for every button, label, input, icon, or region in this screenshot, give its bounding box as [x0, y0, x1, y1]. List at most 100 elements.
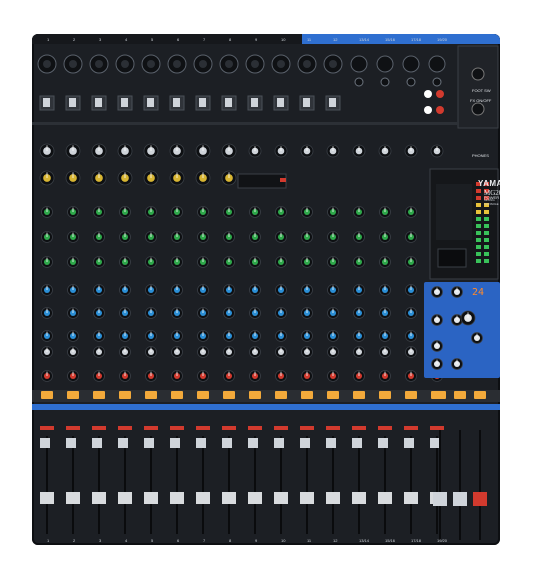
aux1-knob[interactable]	[93, 284, 105, 296]
on-button[interactable]	[145, 391, 157, 399]
aux1-knob[interactable]	[223, 284, 235, 296]
channel-fader[interactable]	[118, 492, 132, 504]
aux2-knob[interactable]	[379, 307, 391, 319]
comp-knob[interactable]	[39, 170, 55, 186]
line-jack[interactable]	[432, 77, 442, 87]
level-knob[interactable]	[275, 370, 287, 382]
gain-knob[interactable]	[117, 143, 133, 159]
pfl-button[interactable]	[144, 438, 154, 448]
aux2-knob[interactable]	[93, 307, 105, 319]
on-button[interactable]	[379, 391, 391, 399]
eq-mid-knob[interactable]	[41, 231, 53, 243]
channel-fader[interactable]	[248, 492, 262, 504]
fx-send-knob[interactable]	[353, 330, 365, 342]
eq-low-knob[interactable]	[327, 256, 339, 268]
fx-send-knob[interactable]	[171, 330, 183, 342]
eq-low-knob[interactable]	[249, 256, 261, 268]
pfl-button[interactable]	[40, 438, 50, 448]
fx-send-knob[interactable]	[405, 330, 417, 342]
eq-low-knob[interactable]	[41, 256, 53, 268]
eq-high-knob[interactable]	[275, 206, 287, 218]
on-button[interactable]	[223, 391, 235, 399]
fx-send-knob[interactable]	[327, 330, 339, 342]
level-knob[interactable]	[223, 370, 235, 382]
pan-knob[interactable]	[41, 346, 53, 358]
xlr-jack[interactable]	[376, 55, 394, 73]
eq-high-knob[interactable]	[379, 206, 391, 218]
aux1-knob[interactable]	[275, 284, 287, 296]
pan-knob[interactable]	[67, 346, 79, 358]
pan-knob[interactable]	[249, 346, 261, 358]
eq-high-knob[interactable]	[327, 206, 339, 218]
eq-low-knob[interactable]	[67, 256, 79, 268]
fx-program-knob[interactable]	[460, 310, 476, 326]
channel-fader[interactable]	[378, 492, 392, 504]
eq-low-knob[interactable]	[405, 256, 417, 268]
aux2-knob[interactable]	[145, 307, 157, 319]
eq-mid-knob[interactable]	[197, 231, 209, 243]
eq-high-knob[interactable]	[223, 206, 235, 218]
on-button[interactable]	[275, 391, 287, 399]
fx-send-knob[interactable]	[145, 330, 157, 342]
aux1-knob[interactable]	[67, 284, 79, 296]
pan-knob[interactable]	[119, 346, 131, 358]
eq-mid-knob[interactable]	[145, 231, 157, 243]
pfl-button[interactable]	[404, 438, 414, 448]
gain-knob[interactable]	[65, 143, 81, 159]
comp-knob[interactable]	[221, 170, 237, 186]
gain-knob[interactable]	[326, 144, 340, 158]
pan-knob[interactable]	[353, 346, 365, 358]
group-fader[interactable]	[453, 492, 467, 506]
eq-low-knob[interactable]	[301, 256, 313, 268]
level-knob[interactable]	[353, 370, 365, 382]
aux2-knob[interactable]	[67, 307, 79, 319]
eq-mid-knob[interactable]	[93, 231, 105, 243]
channel-fader[interactable]	[92, 492, 106, 504]
channel-fader[interactable]	[196, 492, 210, 504]
master-knob[interactable]	[431, 340, 443, 352]
aux1-knob[interactable]	[145, 284, 157, 296]
on-button[interactable]	[353, 391, 365, 399]
aux2-knob[interactable]	[275, 307, 287, 319]
channel-fader[interactable]	[40, 492, 54, 504]
on-button[interactable]	[93, 391, 105, 399]
on-button[interactable]	[119, 391, 131, 399]
aux2-knob[interactable]	[301, 307, 313, 319]
aux2-knob[interactable]	[249, 307, 261, 319]
eq-mid-knob[interactable]	[275, 231, 287, 243]
master-knob[interactable]	[451, 286, 463, 298]
eq-low-knob[interactable]	[119, 256, 131, 268]
comp-knob[interactable]	[91, 170, 107, 186]
fx-send-knob[interactable]	[379, 330, 391, 342]
comp-knob[interactable]	[143, 170, 159, 186]
pfl-button[interactable]	[196, 438, 206, 448]
on-button[interactable]	[301, 391, 313, 399]
gain-knob[interactable]	[39, 143, 55, 159]
on-button[interactable]	[249, 391, 261, 399]
xlr-jack[interactable]	[402, 55, 420, 73]
pan-knob[interactable]	[301, 346, 313, 358]
channel-fader[interactable]	[222, 492, 236, 504]
foot-sw-jack[interactable]	[471, 67, 485, 81]
comp-knob[interactable]	[195, 170, 211, 186]
channel-fader[interactable]	[66, 492, 80, 504]
pan-knob[interactable]	[379, 346, 391, 358]
eq-mid-knob[interactable]	[327, 231, 339, 243]
level-knob[interactable]	[119, 370, 131, 382]
on-button[interactable]	[67, 391, 79, 399]
eq-high-knob[interactable]	[171, 206, 183, 218]
eq-high-knob[interactable]	[405, 206, 417, 218]
fx-send-knob[interactable]	[41, 330, 53, 342]
phones-jack[interactable]	[471, 102, 485, 116]
aux1-knob[interactable]	[405, 284, 417, 296]
eq-mid-knob[interactable]	[353, 231, 365, 243]
eq-low-knob[interactable]	[275, 256, 287, 268]
aux1-knob[interactable]	[249, 284, 261, 296]
channel-fader[interactable]	[144, 492, 158, 504]
eq-high-knob[interactable]	[145, 206, 157, 218]
eq-high-knob[interactable]	[67, 206, 79, 218]
rca-white-jack[interactable]	[424, 106, 432, 114]
eq-high-knob[interactable]	[249, 206, 261, 218]
gain-knob[interactable]	[248, 144, 262, 158]
pfl-button[interactable]	[352, 438, 362, 448]
